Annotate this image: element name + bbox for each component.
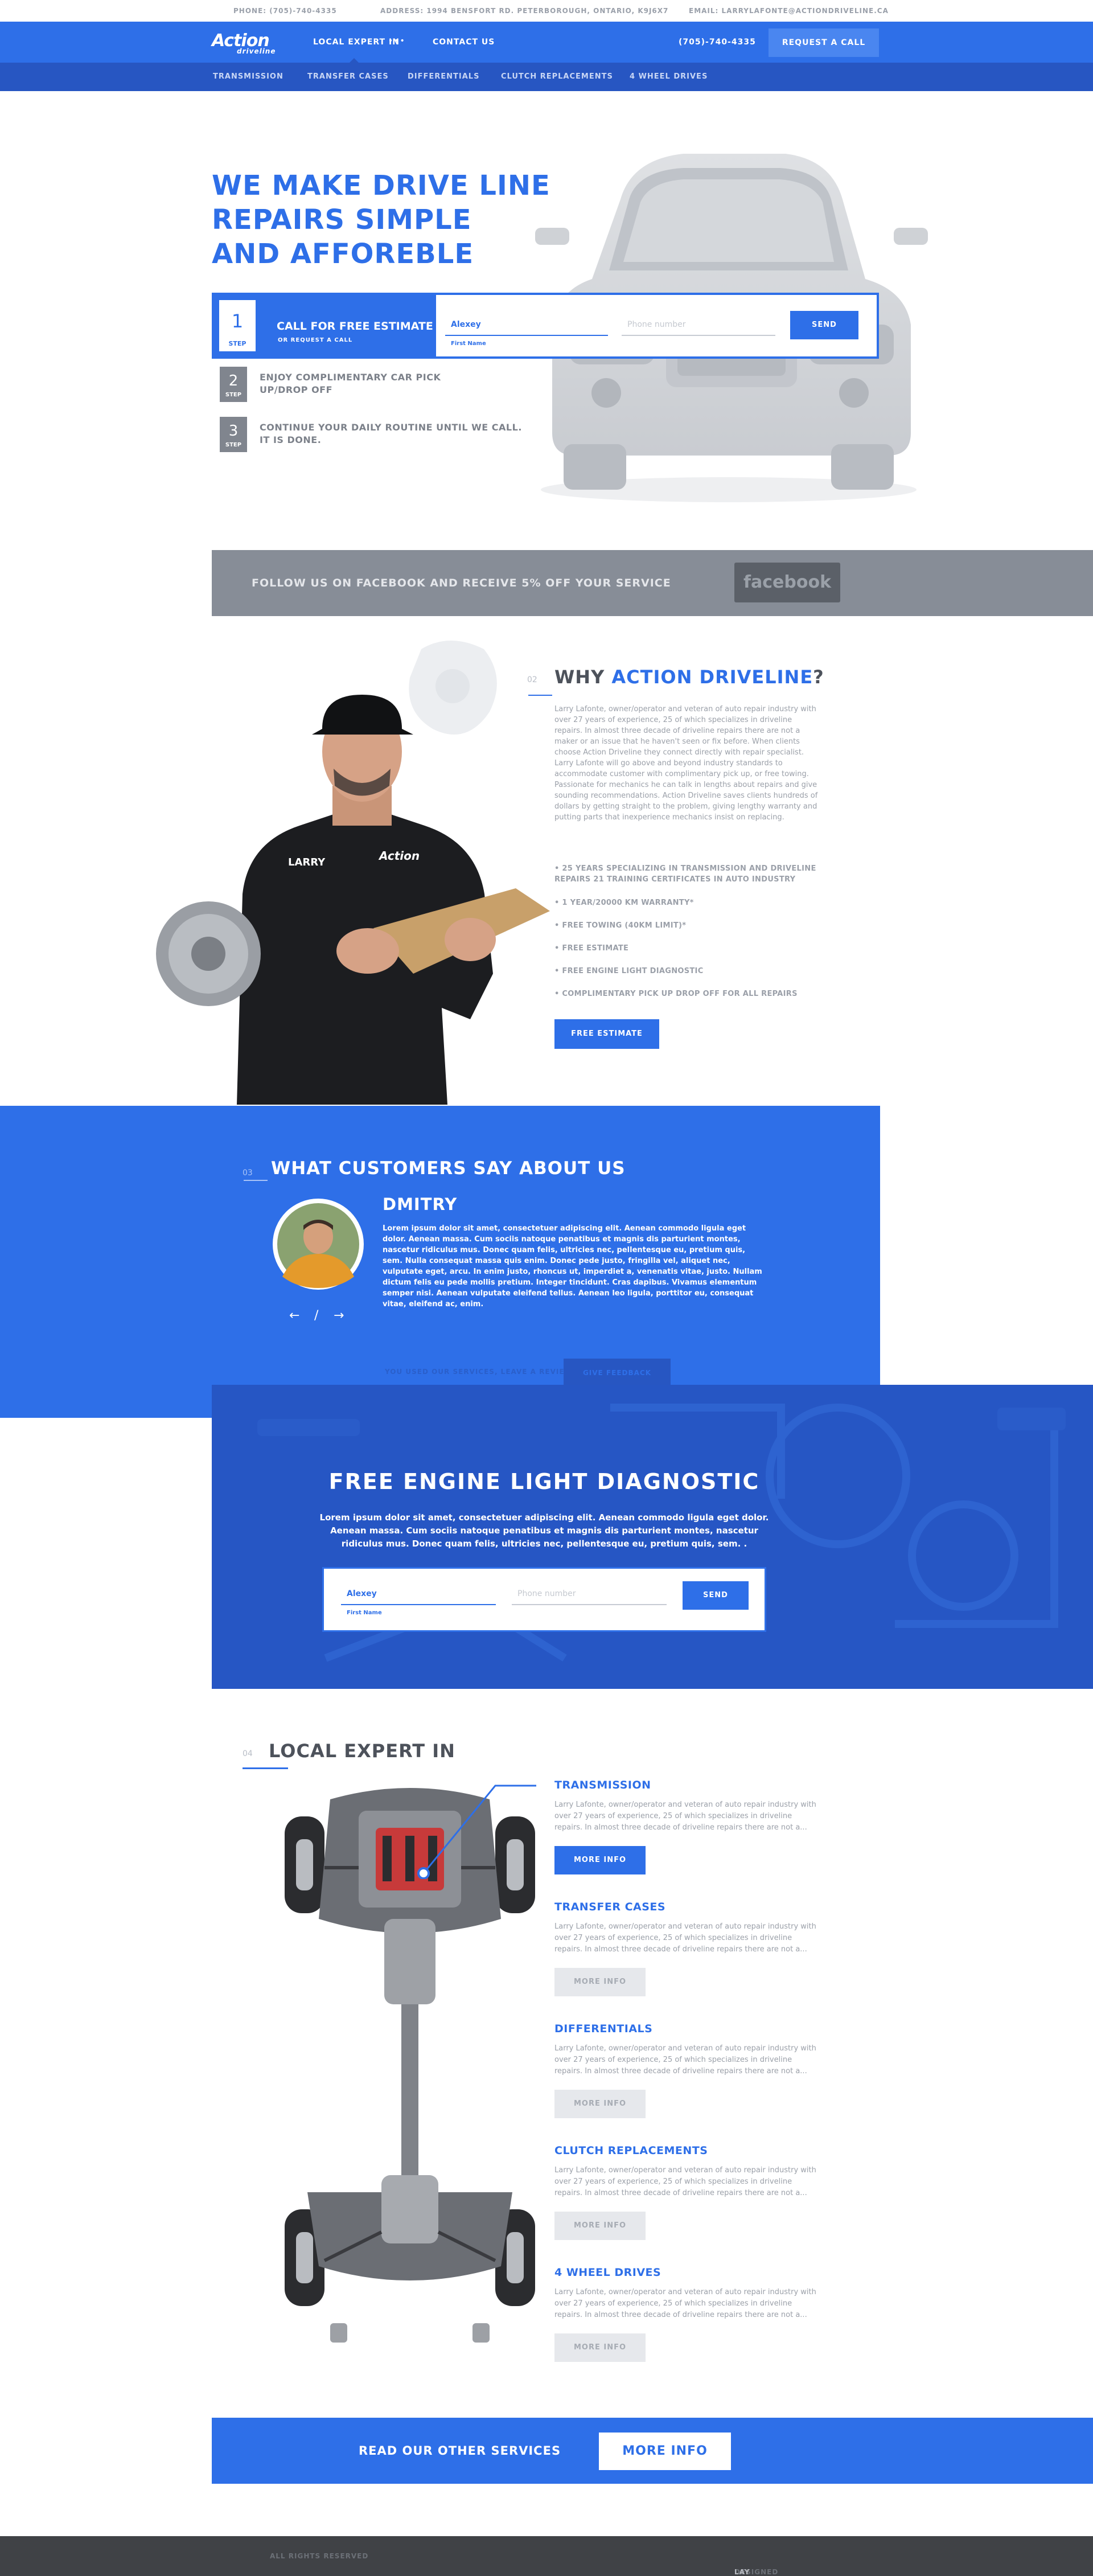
estimate-banner: 1 STEP CALL FOR FREE ESTIMATE OR REQUEST…	[214, 295, 436, 356]
first-name-field[interactable]: Alexey	[445, 313, 608, 336]
service-body-transmission: Larry Lafonte, owner/operator and vetera…	[554, 1800, 816, 1832]
testimonials-section: 03 WHAT CUSTOMERS SAY ABOUT US DMITRY Lo…	[0, 1106, 880, 1418]
shirt-name-text: LARRY	[288, 856, 326, 868]
diagnostic-form: Alexey First Name Phone number SEND	[322, 1567, 766, 1632]
customer-avatar	[273, 1199, 364, 1290]
title-underline	[244, 1180, 268, 1181]
callout-line	[417, 1785, 536, 1879]
facebook-promo-text: FOLLOW US ON FACEBOOK AND RECEIVE 5% OFF…	[252, 577, 671, 589]
estimate-title: CALL FOR FREE ESTIMATE	[277, 320, 433, 333]
topbar-email[interactable]: EMAIL: LARRYLAFONTE@ACTIONDRIVELINE.CA	[689, 7, 889, 15]
why-bullet-5: • FREE ENGINE LIGHT DIAGNOSTIC	[554, 967, 704, 975]
phone-number-field[interactable]: Phone number	[622, 313, 775, 336]
service-title-clutch[interactable]: CLUTCH REPLACEMENTS	[554, 2144, 708, 2157]
caret-up-icon	[350, 58, 359, 63]
testimonials-title: WHAT CUSTOMERS SAY ABOUT US	[271, 1158, 626, 1179]
section-number-02: 02	[527, 675, 537, 684]
topbar-phone: PHONE: (705)-740-4335	[233, 7, 337, 15]
subnav-item-clutch[interactable]: CLUTCH REPLACEMENTS	[501, 72, 613, 81]
why-body-text: Larry Lafonte, owner/operator and vetera…	[554, 705, 818, 822]
service-body-differentials: Larry Lafonte, owner/operator and vetera…	[554, 2044, 816, 2075]
brake-disc-icon	[156, 901, 261, 1006]
service-body-clutch: Larry Lafonte, owner/operator and vetera…	[554, 2166, 816, 2197]
step-1-badge: 1 STEP	[217, 298, 257, 353]
step-2-text: ENJOY COMPLIMENTARY CAR PICK UP/DROP OFF	[260, 372, 441, 395]
subnav-item-differentials[interactable]: DIFFERENTIALS	[408, 72, 479, 81]
why-bullet-1: • 25 YEARS SPECIALIZING IN TRANSMISSION …	[554, 864, 816, 884]
why-bullet-2: • 1 YEAR/20000 KM WARRANTY*	[554, 899, 694, 907]
shirt-logo-text: Action	[378, 849, 420, 863]
services-subnav: TRANSMISSION TRANSFER CASES DIFFERENTIAL…	[0, 63, 1093, 91]
hero-title: WE MAKE DRIVE LINE REPAIRS SIMPLE AND AF…	[212, 170, 550, 270]
logo[interactable]: Action driveline	[212, 31, 280, 55]
more-info-button-transfer-cases[interactable]: MORE INFO	[554, 1968, 646, 1996]
service-body-transfer-cases: Larry Lafonte, owner/operator and vetera…	[554, 1922, 816, 1954]
topbar-address: ADDRESS: 1994 BENSFORT RD. PETERBOROUGH,…	[380, 7, 669, 15]
more-info-button-transmission[interactable]: MORE INFO	[554, 1846, 646, 1874]
why-bullet-4: • FREE ESTIMATE	[554, 944, 629, 953]
diagnostic-section: FREE ENGINE LIGHT DIAGNOSTIC Lorem ipsum…	[212, 1385, 1093, 1689]
diagnostic-title: FREE ENGINE LIGHT DIAGNOSTIC	[328, 1469, 760, 1494]
subnav-item-transmission[interactable]: TRANSMISSION	[213, 72, 283, 81]
section-number-04: 04	[243, 1749, 253, 1758]
diag-send-button[interactable]: SEND	[683, 1581, 749, 1610]
footer: ALL RIGHTS RESERVED DESIGNED BY LAY LAY	[0, 2536, 1093, 2576]
diag-first-name-field[interactable]: Alexey	[341, 1582, 496, 1605]
service-body-4wd: Larry Lafonte, owner/operator and vetera…	[554, 2288, 816, 2319]
estimate-subtitle: OR REQUEST A CALL	[278, 337, 353, 343]
more-info-button-cta[interactable]: MORE INFO	[599, 2433, 731, 2470]
estimate-form: 1 STEP CALL FOR FREE ESTIMATE OR REQUEST…	[212, 293, 879, 359]
why-bullet-3: • FREE TOWING (40KM LIMIT)*	[554, 921, 687, 930]
arrow-left-icon[interactable]: ←	[289, 1308, 299, 1323]
why-bullet-6: • COMPLIMENTARY PICK UP DROP OFF FOR ALL…	[554, 990, 798, 998]
service-title-4wd[interactable]: 4 WHEEL DRIVES	[554, 2266, 661, 2279]
request-call-button[interactable]: REQUEST A CALL	[769, 28, 879, 57]
diag-first-name-label: First Name	[347, 1610, 382, 1616]
logo-sub-text: driveline	[237, 47, 276, 55]
facebook-promo-band: FOLLOW US ON FACEBOOK AND RECEIVE 5% OFF…	[212, 550, 1093, 616]
other-services-band: READ OUR OTHER SERVICES MORE INFO	[212, 2418, 1093, 2484]
more-dots-icon[interactable]: •••	[388, 36, 406, 46]
step-3-text: CONTINUE YOUR DAILY ROUTINE UNTIL WE CAL…	[260, 422, 522, 445]
more-info-button-differentials[interactable]: MORE INFO	[554, 2090, 646, 2118]
mechanic-photo: LARRY Action	[237, 695, 550, 1105]
testimonial-text: Lorem ipsum dolor sit amet, consectetuer…	[383, 1224, 762, 1308]
step-2-badge: 2 STEP	[220, 367, 247, 402]
more-info-button-clutch[interactable]: MORE INFO	[554, 2212, 646, 2240]
service-title-differentials[interactable]: DIFFERENTIALS	[554, 2023, 652, 2035]
diag-phone-field[interactable]: Phone number	[512, 1582, 667, 1605]
footer-rights: ALL RIGHTS RESERVED	[270, 2552, 369, 2560]
nav-contact-us[interactable]: CONTACT US	[433, 38, 495, 47]
service-title-transfer-cases[interactable]: TRANSFER CASES	[554, 1901, 665, 1913]
diagnostic-body: Lorem ipsum dolor sit amet, consectetuer…	[319, 1512, 769, 1549]
subnav-item-4wd[interactable]: 4 WHEEL DRIVES	[630, 72, 708, 81]
free-estimate-button[interactable]: FREE ESTIMATE	[554, 1019, 659, 1049]
nav-phone[interactable]: (705)-740-4335	[679, 38, 756, 47]
main-navbar: Action driveline LOCAL EXPERT IN ••• CON…	[0, 22, 1093, 63]
title-underline	[528, 695, 552, 696]
subnav-item-transfer-cases[interactable]: TRANSFER CASES	[307, 72, 389, 81]
send-button[interactable]: SEND	[790, 311, 858, 339]
local-expert-title: LOCAL EXPERT IN	[269, 1740, 455, 1762]
other-services-text: READ OUR OTHER SERVICES	[359, 2444, 561, 2458]
arrow-right-icon[interactable]: →	[334, 1308, 344, 1323]
step-3-badge: 3 STEP	[220, 417, 247, 452]
nav-local-expert[interactable]: LOCAL EXPERT IN	[313, 38, 400, 47]
review-cta-text: YOU USED OUR SERVICES, LEAVE A REVIEW	[385, 1368, 573, 1376]
customer-name: DMITRY	[383, 1195, 458, 1214]
facebook-button[interactable]: facebook	[734, 563, 840, 602]
why-title: WHY ACTION DRIVELINE?	[554, 666, 824, 688]
top-info-bar: PHONE: (705)-740-4335 ADDRESS: 1994 BENS…	[0, 0, 1093, 22]
section-number-03: 03	[243, 1168, 253, 1178]
service-title-transmission[interactable]: TRANSMISSION	[554, 1779, 651, 1791]
give-feedback-button[interactable]: GIVE FEEDBACK	[564, 1359, 671, 1387]
first-name-label: First Name	[451, 341, 486, 347]
footer-designer[interactable]: LAY LAY	[734, 2568, 750, 2576]
more-info-button-4wd[interactable]: MORE INFO	[554, 2333, 646, 2362]
title-underline	[243, 1767, 288, 1769]
slide-separator: /	[314, 1308, 319, 1323]
